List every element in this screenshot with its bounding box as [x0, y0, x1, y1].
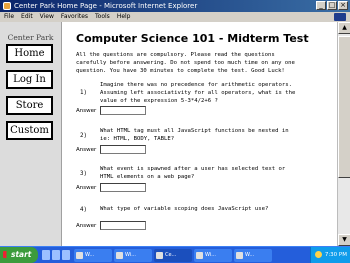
tray-icon[interactable]: [315, 251, 322, 258]
instructions-line: question. You have 30 minutes to complet…: [76, 68, 285, 74]
scroll-down-arrow-icon[interactable]: ▼: [338, 234, 350, 246]
nav-login-button[interactable]: Log In: [6, 70, 53, 89]
menu-tools[interactable]: Tools: [95, 12, 110, 22]
window-titlebar: Center Park Home Page - Microsoft Intern…: [0, 0, 350, 12]
quicklaunch-ie-icon[interactable]: [42, 250, 50, 260]
taskbar: start W... Wi... Ce... Wi... W... 7:30 P…: [0, 246, 350, 263]
window-icon: [116, 252, 123, 259]
answer-4-input[interactable]: [100, 221, 146, 230]
taskbar-item[interactable]: Wi...: [194, 249, 232, 262]
question-line: ie: HTML, BODY, TABLE?: [100, 136, 175, 142]
ie-icon: [156, 252, 163, 259]
menu-file[interactable]: File: [4, 12, 14, 22]
vertical-scrollbar[interactable]: ▲ ▼: [337, 22, 350, 246]
question-2-number: 2): [80, 133, 87, 139]
menu-help[interactable]: Help: [117, 12, 131, 22]
nav-custom-button[interactable]: Custom: [6, 121, 53, 140]
test-content: Computer Science 101 - Midterm Test All …: [66, 22, 336, 246]
window-title: Center Park Home Page - Microsoft Intern…: [14, 2, 198, 10]
quicklaunch-media-icon[interactable]: [62, 250, 70, 260]
question-2-text: What HTML tag must all JavaScript functi…: [100, 127, 340, 143]
taskbar-item-label: W...: [85, 252, 95, 258]
answer-3-label: Answer: [76, 185, 97, 191]
question-line: Imagine there was no precedence for arit…: [100, 82, 292, 88]
question-3-number: 3): [80, 171, 87, 177]
question-line: value of the expression 5-3*4/2+6 ?: [100, 98, 218, 104]
question-line: What event is spawned after a user has s…: [100, 166, 286, 172]
question-4-number: 4): [80, 207, 87, 213]
quicklaunch-desktop-icon[interactable]: [52, 250, 60, 260]
taskbar-item[interactable]: W...: [74, 249, 112, 262]
instructions-line: carefully before answering. Do not spend…: [76, 60, 295, 66]
question-4-text: What type of variable scoping does JavaS…: [100, 205, 340, 213]
taskbar-item-label: Ce...: [165, 252, 177, 258]
instructions-line: All the questions are compulsory. Please…: [76, 52, 275, 58]
page-title: Computer Science 101 - Midterm Test: [76, 32, 309, 45]
menu-bar: File Edit View Favorites Tools Help: [0, 12, 350, 22]
question-1-number: 1): [80, 90, 87, 96]
taskbar-item[interactable]: Wi...: [114, 249, 152, 262]
browser-viewport: Center Park Home Log In Store Custom Com…: [0, 22, 350, 246]
answer-1-label: Answer: [76, 108, 97, 114]
question-line: Assuming left associativity for all oper…: [100, 90, 296, 96]
question-line: HTML elements on a web page?: [100, 174, 195, 180]
instructions: All the questions are compulsory. Please…: [76, 51, 341, 75]
ie-window-icon: [3, 2, 11, 10]
window-controls: _ □ ×: [316, 1, 348, 10]
site-name: Center Park: [7, 33, 54, 42]
scroll-up-arrow-icon[interactable]: ▲: [338, 22, 350, 34]
clock: 7:30 PM: [324, 252, 347, 258]
menu-favorites[interactable]: Favorites: [61, 12, 88, 22]
nav-home-button[interactable]: Home: [6, 44, 53, 63]
question-line: What type of variable scoping does JavaS…: [100, 206, 269, 212]
taskbar-item-active[interactable]: Ce...: [154, 249, 192, 262]
menu-edit[interactable]: Edit: [21, 12, 33, 22]
answer-2-input[interactable]: [100, 145, 146, 154]
window-icon: [196, 252, 203, 259]
question-1-text: Imagine there was no precedence for arit…: [100, 81, 340, 105]
question-3-text: What event is spawned after a user has s…: [100, 165, 340, 181]
scroll-thumb[interactable]: [338, 36, 350, 178]
answer-2-label: Answer: [76, 147, 97, 153]
windows-logo-icon: [334, 13, 346, 21]
close-button[interactable]: ×: [338, 1, 348, 10]
question-line: What HTML tag must all JavaScript functi…: [100, 128, 289, 134]
windows-flag-icon: [3, 251, 10, 258]
nav-store-button[interactable]: Store: [6, 96, 53, 115]
word-icon: [236, 252, 243, 259]
minimize-button[interactable]: _: [316, 1, 326, 10]
taskbar-item-label: W...: [245, 252, 255, 258]
sidebar: Center Park Home Log In Store Custom: [0, 22, 62, 246]
maximize-button[interactable]: □: [327, 1, 337, 10]
menu-view[interactable]: View: [40, 12, 54, 22]
taskbar-item-label: Wi...: [205, 252, 216, 258]
taskbar-item-label: Wi...: [125, 252, 136, 258]
taskbar-item[interactable]: W...: [234, 249, 272, 262]
answer-4-label: Answer: [76, 223, 97, 229]
answer-3-input[interactable]: [100, 183, 146, 192]
answer-1-input[interactable]: [100, 106, 146, 115]
window-icon: [76, 252, 83, 259]
start-label: start: [11, 250, 32, 259]
start-button[interactable]: start: [0, 247, 38, 263]
system-tray: 7:30 PM: [310, 247, 350, 263]
